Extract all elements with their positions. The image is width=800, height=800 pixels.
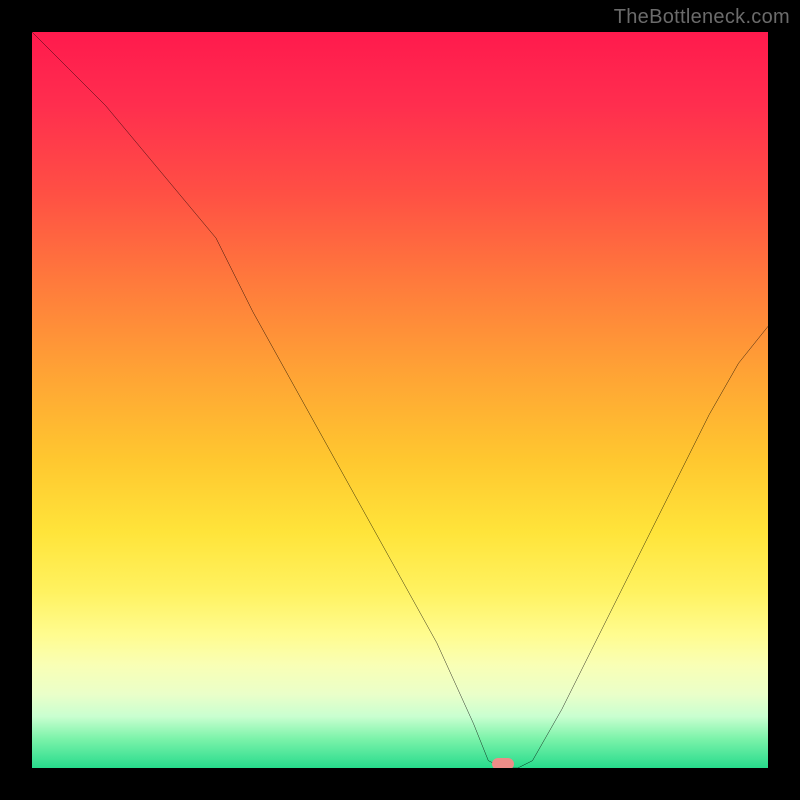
- bottleneck-curve: [32, 32, 768, 768]
- watermark-text: TheBottleneck.com: [614, 6, 790, 29]
- chart-frame: TheBottleneck.com: [0, 0, 800, 800]
- optimal-marker: [492, 758, 514, 768]
- plot-area: [32, 32, 768, 768]
